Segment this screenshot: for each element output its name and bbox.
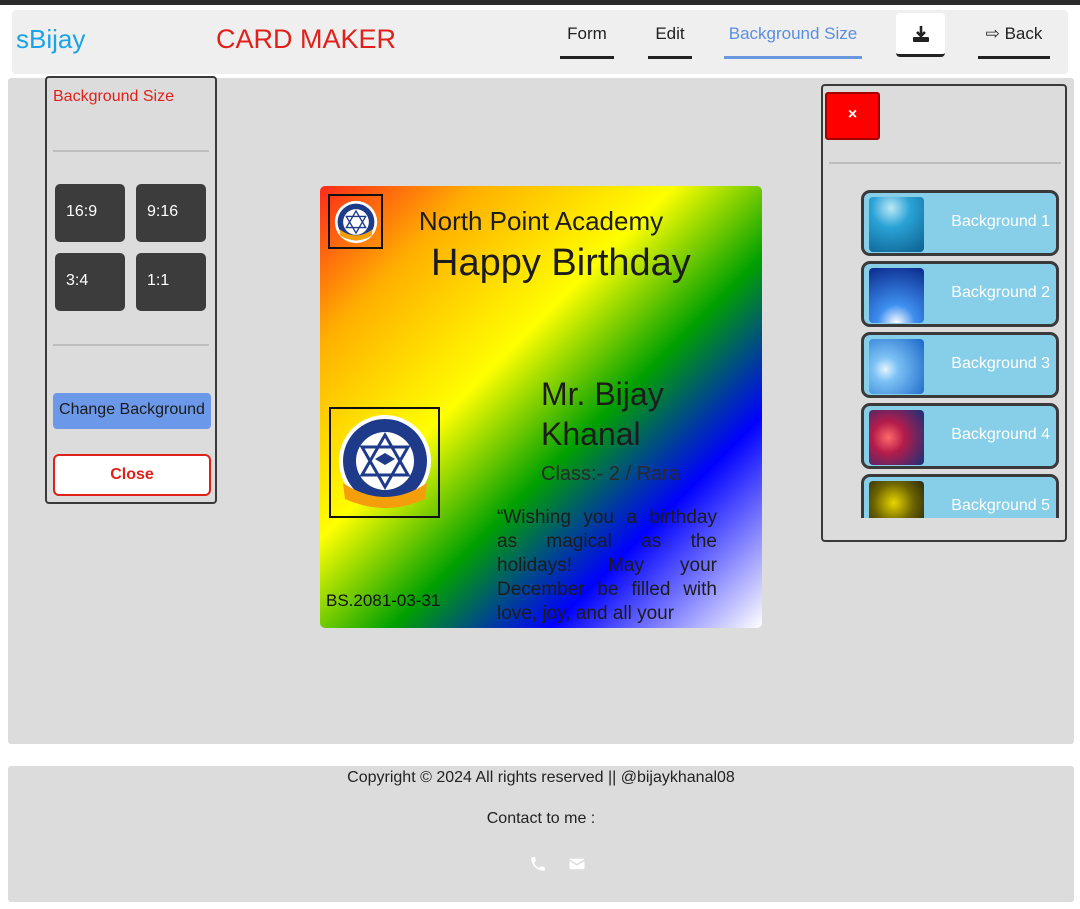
background-size-panel: Background Size 16:9 9:16 3:4 1:1 Change… bbox=[45, 76, 217, 504]
background-picker-panel: × Background 1 Background 2 Background 3… bbox=[821, 84, 1067, 542]
brand-link[interactable]: sBijay bbox=[16, 24, 85, 55]
card-message: “Wishing you a birthday as magical as th… bbox=[497, 507, 717, 624]
phone-icon[interactable] bbox=[529, 855, 547, 873]
background-option-5[interactable]: Background 5 bbox=[861, 474, 1059, 518]
background-thumbnail bbox=[869, 481, 924, 518]
panel-title: Background Size bbox=[53, 88, 174, 105]
background-thumbnail bbox=[869, 339, 924, 394]
close-button[interactable]: Close bbox=[53, 454, 211, 496]
school-name: North Point Academy bbox=[418, 206, 664, 236]
close-picker-button[interactable]: × bbox=[825, 92, 880, 140]
ratio-3-4-button[interactable]: 3:4 bbox=[55, 253, 125, 311]
background-label: Background 3 bbox=[951, 355, 1050, 372]
background-thumbnail bbox=[869, 410, 924, 465]
nav-back[interactable]: ⇨ Back bbox=[978, 24, 1050, 59]
divider bbox=[829, 162, 1061, 164]
divider bbox=[53, 344, 209, 346]
header: sBijay CARD MAKER Form Edit Background S… bbox=[12, 10, 1068, 74]
download-icon bbox=[912, 25, 929, 42]
background-list[interactable]: Background 1 Background 2 Background 3 B… bbox=[861, 190, 1061, 518]
background-option-4[interactable]: Background 4 bbox=[861, 403, 1059, 469]
nav-background-size[interactable]: Background Size bbox=[724, 24, 862, 59]
background-option-2[interactable]: Background 2 bbox=[861, 261, 1059, 327]
copyright-text: Copyright © 2024 All rights reserved || … bbox=[347, 769, 735, 786]
background-option-1[interactable]: Background 1 bbox=[861, 190, 1059, 256]
background-label: Background 5 bbox=[951, 497, 1050, 514]
nav-edit[interactable]: Edit bbox=[648, 24, 692, 59]
background-option-3[interactable]: Background 3 bbox=[861, 332, 1059, 398]
mail-icon[interactable] bbox=[568, 855, 586, 873]
recipient-name: Mr. Bijay Khanal bbox=[541, 376, 664, 452]
app-title: CARD MAKER bbox=[216, 24, 397, 54]
ratio-1-1-button[interactable]: 1:1 bbox=[136, 253, 206, 311]
background-label: Background 4 bbox=[951, 426, 1050, 443]
download-button[interactable] bbox=[896, 13, 945, 57]
card-date: BS.2081-03-31 bbox=[326, 591, 441, 610]
change-background-button[interactable]: Change Background bbox=[53, 393, 211, 429]
greeting-text: Happy Birthday bbox=[431, 242, 691, 284]
divider bbox=[53, 150, 209, 152]
recipient-class: Class:- 2 / Rara bbox=[541, 463, 680, 485]
birthday-card: North Point Academy Happy Birthday Mr. B… bbox=[320, 186, 762, 628]
ratio-9-16-button[interactable]: 9:16 bbox=[136, 184, 206, 242]
footer: Copyright © 2024 All rights reserved || … bbox=[8, 766, 1074, 902]
background-thumbnail bbox=[869, 197, 924, 252]
nav-form[interactable]: Form bbox=[560, 24, 614, 59]
background-thumbnail bbox=[869, 268, 924, 323]
school-logo-large bbox=[329, 407, 440, 518]
school-logo-icon bbox=[338, 414, 431, 508]
background-label: Background 2 bbox=[951, 284, 1050, 301]
background-label: Background 1 bbox=[951, 213, 1050, 230]
contact-label: Contact to me : bbox=[486, 810, 596, 827]
top-strip bbox=[0, 0, 1080, 5]
ratio-16-9-button[interactable]: 16:9 bbox=[55, 184, 125, 242]
